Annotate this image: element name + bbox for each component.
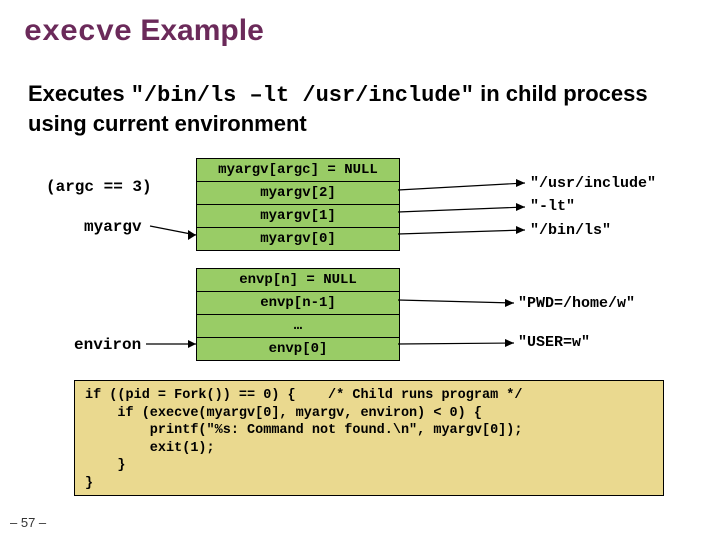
subtitle-command: "/bin/ls –lt /usr/include" [131, 83, 474, 108]
code-block: if ((pid = Fork()) == 0) { /* Child runs… [74, 380, 664, 496]
argv-table: myargv[argc] = NULL myargv[2] myargv[1] … [196, 158, 400, 251]
title-code: execve [24, 16, 132, 50]
argv-ptr-2: "/bin/ls" [530, 222, 611, 239]
envp-ptr-1: "USER=w" [518, 334, 590, 351]
envp-cell-0: envp[n] = NULL [197, 269, 400, 292]
envp-table: envp[n] = NULL envp[n-1] … envp[0] [196, 268, 400, 361]
title-rest: Example [132, 14, 264, 47]
subtitle-pre: Executes [28, 81, 131, 106]
argv-cell-3: myargv[0] [197, 228, 400, 251]
envp-cell-2: … [197, 315, 400, 338]
argv-cell-1: myargv[2] [197, 182, 400, 205]
envp-cell-3: envp[0] [197, 338, 400, 361]
myargv-label: myargv [84, 218, 142, 236]
envp-cell-1: envp[n-1] [197, 292, 400, 315]
environ-label: environ [74, 336, 141, 354]
argv-ptr-0: "/usr/include" [530, 175, 656, 192]
argv-ptr-1: "-lt" [530, 198, 575, 215]
argc-label: (argc == 3) [46, 178, 152, 196]
page-number: – 57 – [10, 515, 46, 530]
slide-subtitle: Executes "/bin/ls –lt /usr/include" in c… [28, 80, 688, 137]
argv-cell-0: myargv[argc] = NULL [197, 159, 400, 182]
slide-title: execve Example [24, 14, 264, 50]
argv-cell-2: myargv[1] [197, 205, 400, 228]
envp-ptr-0: "PWD=/home/w" [518, 295, 635, 312]
